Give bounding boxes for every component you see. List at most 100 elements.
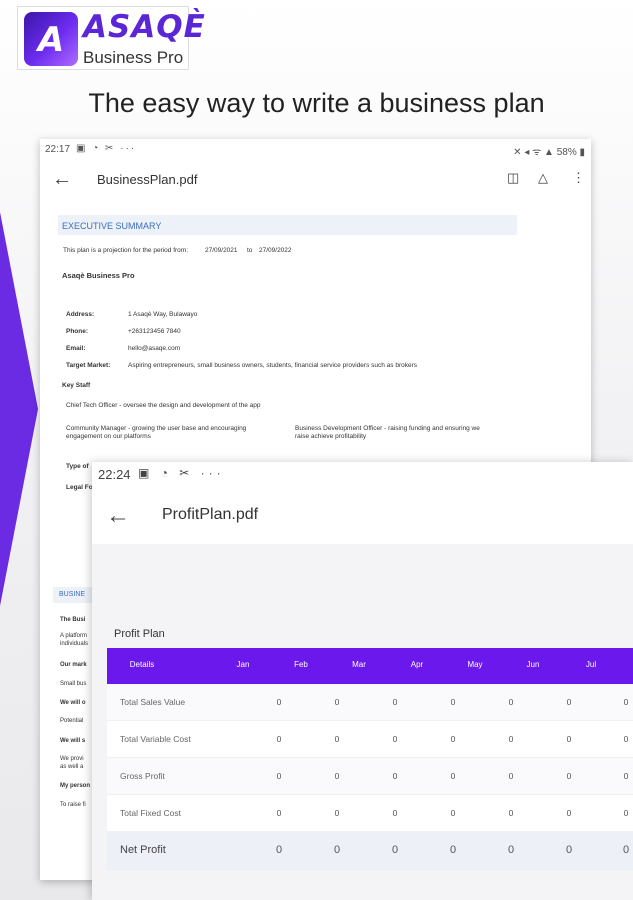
market-label: Target Market: xyxy=(66,362,111,369)
staff-bizdev-2: raise achieve profitability xyxy=(295,433,367,440)
cell: 0 xyxy=(392,771,398,781)
staff-cto: Chief Tech Officer - oversee the design … xyxy=(66,402,261,409)
row-label: Total Sales Value xyxy=(120,697,186,707)
cell: 0 xyxy=(450,697,456,707)
cell: 0 xyxy=(623,734,629,744)
doc2-line: Potential xyxy=(60,718,84,724)
cell: 0 xyxy=(334,771,340,781)
cell: 0 xyxy=(566,771,572,781)
cell: 0 xyxy=(334,808,340,818)
cell: 0 xyxy=(566,808,572,818)
company-name: Asaqè Business Pro xyxy=(62,271,135,280)
back-arrow-icon[interactable]: ← xyxy=(52,168,72,191)
profit-table: Details Jan Feb Mar Apr May Jun Jul Tota… xyxy=(107,648,633,871)
cell: 0 xyxy=(392,697,398,707)
section-header: EXECUTIVE SUMMARY xyxy=(58,215,517,235)
decorative-wedge xyxy=(0,212,38,606)
status-bar: 22:17 ▣ ◔ ✂ ··· ✕ ◂ ᯤ ▲ 58% ▮ xyxy=(40,139,591,161)
status-time: 22:24 xyxy=(98,467,131,482)
cell: 0 xyxy=(566,697,572,707)
row-label: Net Profit xyxy=(120,844,166,856)
drive-upload-icon[interactable]: △ xyxy=(538,170,548,186)
status-time: 22:17 xyxy=(45,144,71,155)
cell: 0 xyxy=(276,771,282,781)
row-label: Total Fixed Cost xyxy=(120,808,181,818)
doc2-line: Our mark xyxy=(60,662,87,668)
phone-value: +263123456 7840 xyxy=(128,328,181,335)
headline: The easy way to write a business plan xyxy=(88,88,545,118)
table-body: Total Sales Value 0 0 0 0 0 0 0 Total Va… xyxy=(107,684,633,871)
notification-icons: ▣ ◔ ✂ ··· xyxy=(76,143,137,154)
email-value: hello@asaqe.com xyxy=(128,345,181,352)
period-from: 27/09/2021 xyxy=(205,247,238,254)
key-staff-heading: Key Staff xyxy=(62,382,91,389)
col-apr: Apr xyxy=(410,660,424,669)
table-row: Total Sales Value 0 0 0 0 0 0 0 xyxy=(107,684,633,721)
address-value: 1 Asaqè Way, Bulawayo xyxy=(128,311,198,318)
doc2-line: My person xyxy=(60,783,91,789)
cell: 0 xyxy=(333,844,341,856)
cell: 0 xyxy=(508,808,514,818)
brand-subtitle: Business Pro xyxy=(83,48,184,67)
back-arrow-icon[interactable]: ← xyxy=(106,502,130,530)
col-jun: Jun xyxy=(526,660,540,669)
col-details: Details xyxy=(129,660,155,669)
period-text: This plan is a projection for the period… xyxy=(63,247,189,254)
staff-community-2: engagement on our platforms xyxy=(66,433,151,440)
table-row: Total Fixed Cost 0 0 0 0 0 0 0 xyxy=(107,795,633,832)
cell: 0 xyxy=(565,844,573,856)
cell: 0 xyxy=(623,808,629,818)
cell: 0 xyxy=(275,844,283,856)
row-label: Gross Profit xyxy=(120,771,165,781)
cell: 0 xyxy=(508,734,514,744)
doc2-line: We will o xyxy=(60,700,86,706)
doc2-line: The Busi xyxy=(60,617,86,623)
phone-label: Phone: xyxy=(66,328,89,335)
status-bar: 22:24 ▣ ◔ ✂ ··· xyxy=(92,462,633,486)
doc2-line: as well a xyxy=(60,764,84,770)
email-label: Email: xyxy=(66,345,86,352)
col-jul: Jul xyxy=(585,660,597,669)
doc2-line: We provi xyxy=(60,756,84,762)
cell: 0 xyxy=(623,697,629,707)
document-search-icon[interactable]: ◫ xyxy=(507,170,519,186)
system-status-icons: ✕ ◂ ᯤ ▲ 58% ▮ xyxy=(513,147,585,158)
market-value: Aspiring entrepreneurs, small business o… xyxy=(128,362,418,369)
cell: 0 xyxy=(334,734,340,744)
logo-mark-icon: A xyxy=(24,12,78,66)
phone-screen-profit-plan: 22:24 ▣ ◔ ✂ ··· ← ProfitPlan.pdf Profit … xyxy=(92,462,633,900)
file-title: ProfitPlan.pdf xyxy=(162,506,259,523)
period-to-word: to xyxy=(247,247,253,254)
cell: 0 xyxy=(622,844,630,856)
notification-icons: ▣ ◔ ✂ ··· xyxy=(138,466,225,480)
cell: 0 xyxy=(450,734,456,744)
net-profit-row: Net Profit 0 0 0 0 0 0 0 xyxy=(107,832,633,871)
type-of-label: Type of xyxy=(66,463,89,470)
col-mar: Mar xyxy=(352,660,366,669)
cell: 0 xyxy=(508,697,514,707)
legal-form-label: Legal Fo xyxy=(66,484,93,491)
app-bar: ← ProfitPlan.pdf xyxy=(92,492,633,542)
doc2-line: A platform xyxy=(60,633,88,639)
cell: 0 xyxy=(623,771,629,781)
cell: 0 xyxy=(392,808,398,818)
profit-plan-label: Profit Plan xyxy=(114,628,165,640)
cell: 0 xyxy=(507,844,515,856)
app-bar: ← BusinessPlan.pdf ◫ △ ⋮ xyxy=(40,161,591,199)
doc2-line: individuals xyxy=(60,641,89,647)
table-row: Total Variable Cost 0 0 0 0 0 0 0 xyxy=(107,721,633,758)
cell: 0 xyxy=(334,697,340,707)
cell: 0 xyxy=(450,771,456,781)
cell: 0 xyxy=(392,734,398,744)
cell: 0 xyxy=(449,844,457,856)
cell: 0 xyxy=(276,697,282,707)
doc2-line: Small bus xyxy=(60,681,87,687)
doc2-line: To raise fi xyxy=(60,802,86,808)
cell: 0 xyxy=(508,771,514,781)
address-label: Address: xyxy=(66,311,95,318)
cell: 0 xyxy=(450,808,456,818)
table-header: Details Jan Feb Mar Apr May Jun Jul xyxy=(107,648,633,684)
brand-logo: A ASAQÈ Business Pro xyxy=(17,6,205,70)
more-options-icon[interactable]: ⋮ xyxy=(572,170,585,186)
doc2-line: We will s xyxy=(60,738,86,744)
